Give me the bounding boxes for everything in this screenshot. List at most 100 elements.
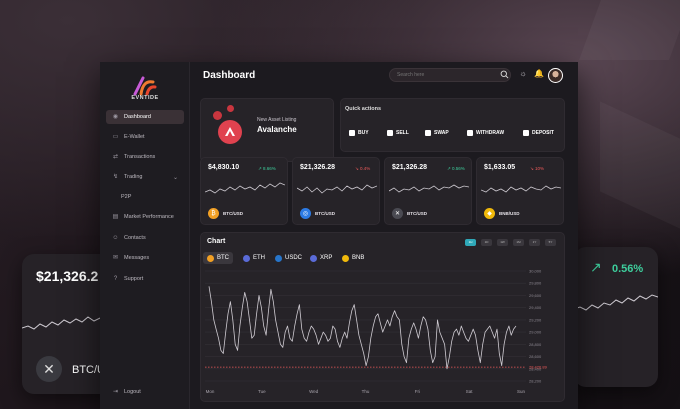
buy-button[interactable]: BUY (349, 127, 369, 138)
price-value: $1,633.05 (484, 164, 516, 171)
floating-price-card-right: ↗ 0.56% (574, 247, 658, 387)
logout-label: Logout (124, 389, 141, 395)
price-card[interactable]: $21,326.28 ↗ 0.56% ✕ BTC/USD (384, 157, 472, 225)
timeframe-1h-button[interactable]: 1H (465, 239, 476, 246)
messages-icon: ✉ (112, 254, 119, 261)
price-value: $4,830.10 (208, 164, 240, 171)
asset-tab-xrp[interactable]: XRP (306, 252, 336, 264)
coin-icon: ₿ (208, 208, 219, 219)
sidebar-item-label: E-Wallet (124, 134, 145, 140)
price-card[interactable]: $21,326.28 ↘ 0.4% ◎ BTC/USD (292, 157, 380, 225)
timeframe-1w-button[interactable]: 1W (497, 239, 508, 246)
price-change: ↘ 10% (530, 166, 544, 172)
timeframe-5y-button[interactable]: 5Y (545, 239, 556, 246)
y-tick-label: 29,000 (529, 330, 542, 335)
price-sparkline (389, 184, 469, 193)
price-sparkline (481, 185, 561, 193)
small-token-icon (227, 105, 234, 112)
y-tick-label: 29,600 (529, 293, 542, 298)
asset-tab-usdc[interactable]: USDC (271, 252, 306, 264)
sidebar-item-trading[interactable]: ↯ Trading ⌄ (106, 170, 184, 184)
price-change-value: 0.4% (360, 166, 371, 171)
x-tick-label: Sun (517, 389, 526, 394)
search-icon[interactable] (500, 70, 509, 79)
timeframe-1y-button[interactable]: 1Y (529, 239, 540, 246)
price-change: ↗ 0.56% (447, 166, 465, 172)
x-tick-label: Sat (466, 389, 474, 394)
brand-name: EVNTIDE (131, 95, 159, 101)
sidebar-item-label: Transactions (124, 154, 156, 160)
contacts-icon: ☺ (112, 234, 119, 241)
usdc-coin-icon (275, 254, 282, 262)
pair-label: BTC/USD (315, 211, 335, 216)
xrp-coin-icon: ✕ (36, 356, 62, 382)
trading-icon: ↯ (112, 173, 119, 180)
price-line-chart[interactable]: 30,000 29,800 29,600 29,400 29,200 29,000 28,8… (201, 267, 566, 403)
asset-tab-label: USDC (285, 255, 303, 261)
price-chart-card: Chart 1H 1D 1W 1M 1Y 5Y BTC ETH USDC XRP BNB 30,0… (200, 232, 565, 402)
btc-coin-icon (207, 254, 214, 262)
withdraw-icon (467, 129, 473, 136)
y-tick-label: 30,000 (529, 269, 542, 274)
deposit-button[interactable]: DEPOSIT (523, 127, 554, 138)
pair-label: BTC/USD (223, 211, 243, 216)
asset-tab-eth[interactable]: ETH (239, 252, 269, 264)
price-change-value: 0.56% (452, 166, 465, 171)
swap-icon (425, 129, 431, 136)
xrp-coin-icon (310, 254, 317, 262)
sidebar-item-p2p[interactable]: P2P (106, 190, 184, 204)
eth-coin-icon (243, 254, 250, 262)
sidebar-item-market-performance[interactable]: ▤ Market Performance (106, 210, 184, 224)
price-card[interactable]: $1,633.05 ↘ 10% ◆ BNB/USD (476, 157, 564, 225)
logout-button[interactable]: ⇥ Logout (106, 385, 184, 399)
avalanche-icon (218, 120, 242, 144)
theme-toggle-icon[interactable]: ☼ (518, 69, 528, 79)
sidebar-item-dashboard[interactable]: ◉ Dashboard (106, 110, 184, 124)
search-input[interactable] (389, 68, 511, 82)
user-avatar[interactable] (548, 68, 563, 83)
chevron-down-icon[interactable]: ⌄ (173, 174, 178, 181)
sidebar-item-label: Contacts (124, 235, 146, 241)
sidebar-item-label: Messages (124, 255, 150, 261)
timeframe-1d-button[interactable]: 1D (481, 239, 492, 246)
wallet-icon: ▭ (112, 133, 119, 140)
brand-logo-icon (133, 76, 157, 96)
x-tick-label: Tue (258, 389, 266, 394)
sidebar-item-e-wallet[interactable]: ▭ E-Wallet (106, 130, 184, 144)
sidebar-item-contacts[interactable]: ☺ Contacts (106, 231, 184, 245)
asset-tab-label: ETH (253, 255, 265, 261)
sidebar-item-transactions[interactable]: ⇄ Transactions (106, 150, 184, 164)
y-tick-label: 29,800 (529, 281, 542, 286)
coin-icon: ◎ (300, 208, 311, 219)
sell-icon (387, 129, 393, 136)
sidebar-item-support[interactable]: ? Support (106, 272, 184, 286)
sidebar-item-label: Dashboard (124, 114, 151, 120)
notification-bell-icon[interactable]: 🔔 (534, 69, 544, 79)
sell-button[interactable]: SELL (387, 127, 409, 138)
price-card[interactable]: $4,830.10 ↗ 8.66% ₿ BTC/USD (200, 157, 288, 225)
logout-icon: ⇥ (112, 388, 119, 395)
x-tick-label: Thu (362, 389, 370, 394)
sidebar: EVNTIDE ◉ Dashboard ▭ E-Wallet ⇄ Transactions… (100, 62, 190, 409)
quick-actions-title: Quick actions (345, 106, 382, 112)
listing-title: New Asset Listing (257, 117, 297, 123)
asset-tab-bnb[interactable]: BNB (338, 252, 368, 264)
price-change-value: 10% (535, 166, 545, 171)
trend-up-icon: ↗ (590, 259, 602, 275)
new-asset-listing-card[interactable]: New Asset Listing Avalanche (200, 98, 334, 162)
withdraw-button[interactable]: WITHDRAW (467, 127, 504, 138)
sidebar-item-messages[interactable]: ✉ Messages (106, 251, 184, 265)
sidebar-item-label: P2P (121, 194, 132, 200)
price-sparkline (297, 184, 377, 194)
sidebar-item-label: Trading (124, 174, 143, 180)
pair-label: BNB/USD (499, 211, 520, 216)
timeframe-1m-button[interactable]: 1M (513, 239, 524, 246)
floating-change: 0.56% (612, 263, 644, 275)
y-tick-label: 28,800 (529, 342, 542, 347)
background-shard (579, 0, 680, 60)
coin-icon: ✕ (392, 208, 403, 219)
main-content: Dashboard ☼ 🔔 New Asset Listing Avalanch… (190, 62, 578, 409)
swap-button[interactable]: SWAP (425, 127, 449, 138)
asset-tab-btc[interactable]: BTC (203, 252, 233, 264)
transactions-icon: ⇄ (112, 153, 119, 160)
